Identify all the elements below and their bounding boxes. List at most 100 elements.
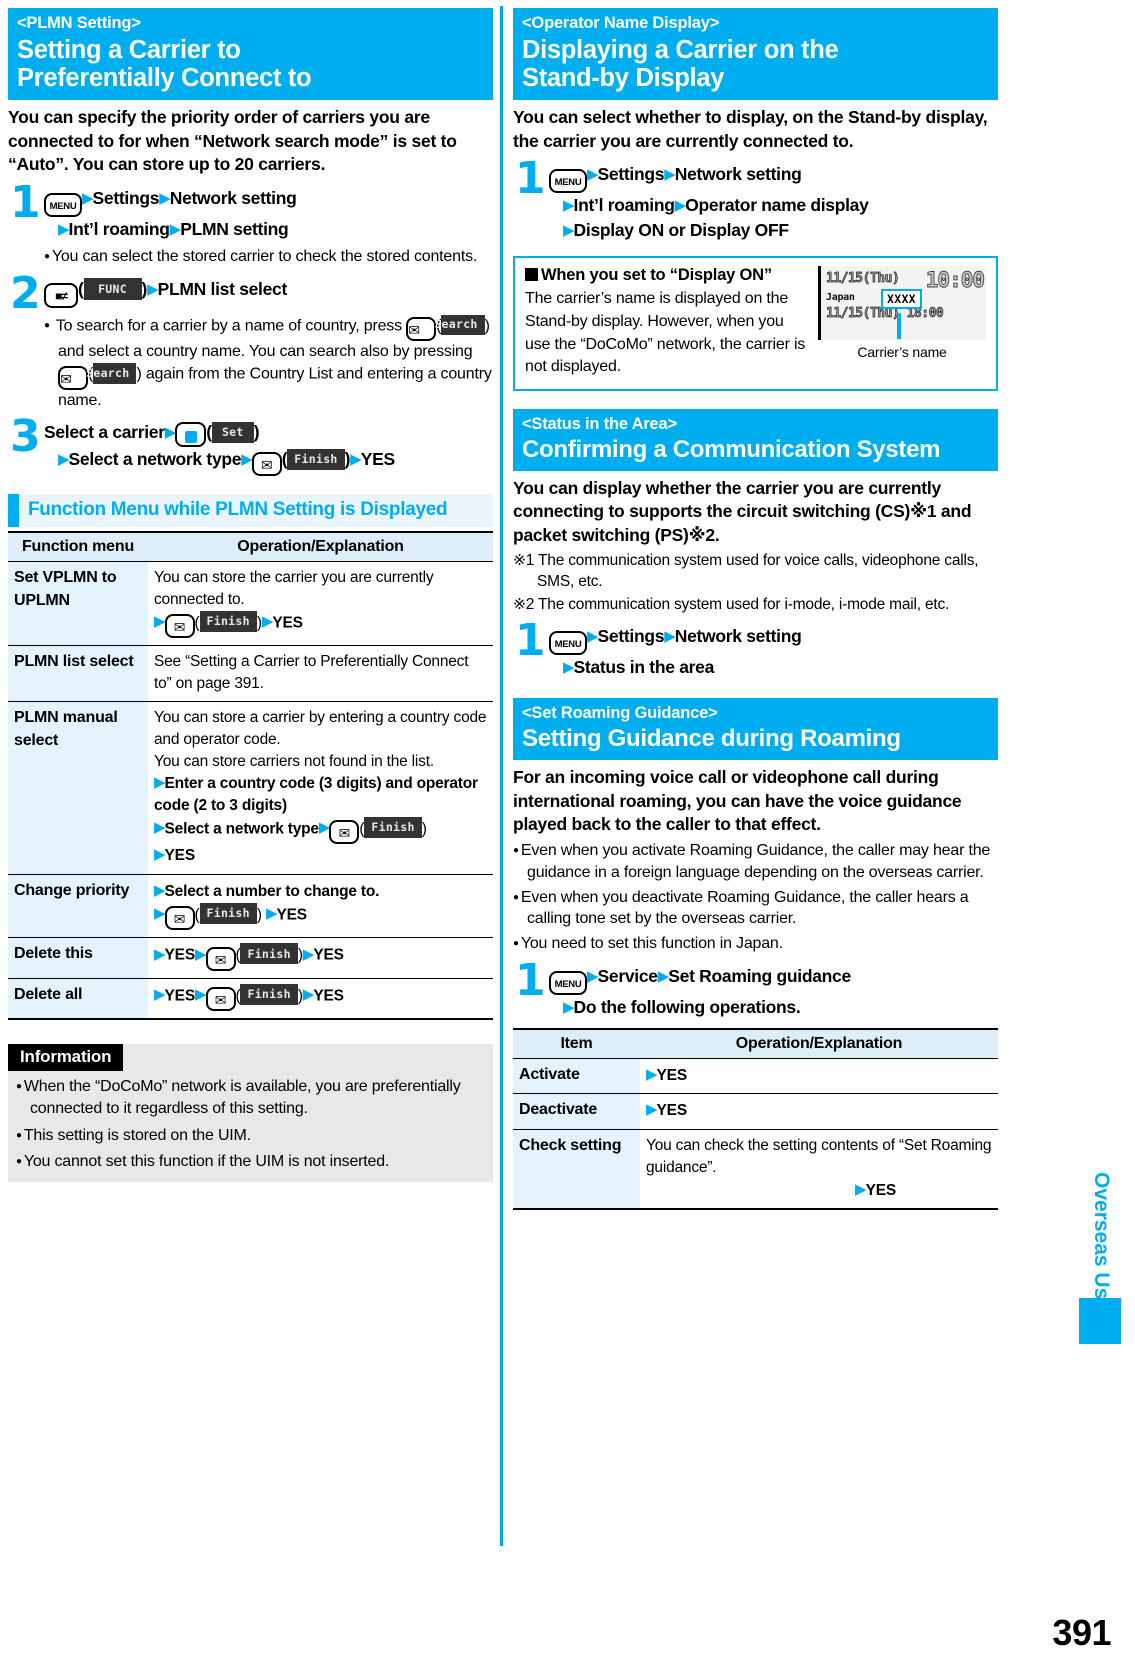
- select-key-icon: [175, 422, 207, 448]
- step-label-network-setting: Network setting: [674, 626, 802, 647]
- step-label-intl-roaming: Int’l roaming: [573, 195, 675, 216]
- operation-text: You can check the setting contents of “S…: [646, 1137, 992, 1176]
- section-tag: <Status in the Area>: [522, 415, 677, 434]
- softkey-func: FUNC: [83, 278, 142, 300]
- section-header-set-roaming-guidance: <Set Roaming Guidance> Setting Guidance …: [513, 698, 998, 760]
- step-label-do-following: Do the following operations.: [573, 996, 801, 1017]
- arrow-icon: [262, 613, 273, 630]
- intro-paragraph: For an incoming voice call or videophone…: [513, 766, 962, 835]
- step-line-1: Select a carrier(Set): [44, 420, 493, 448]
- operation-keyline: ✉(Finish)YES: [154, 610, 487, 639]
- section-title-line1: Displaying a Carrier on the: [522, 35, 839, 64]
- step-label-settings: Settings: [92, 188, 160, 209]
- operation-yes: YES: [865, 1181, 897, 1199]
- table-row: Activate YES: [513, 1058, 998, 1095]
- section-tag: <Operator Name Display>: [522, 14, 720, 32]
- operation-text: See “Setting a Carrier to Preferentially…: [154, 653, 469, 692]
- softkey-set: Set: [211, 421, 254, 444]
- intro-paragraph: You can specify the priority order of ca…: [8, 106, 457, 175]
- table-row: Check setting You can check the setting …: [513, 1129, 998, 1211]
- step-3: 3 Select a carrier(Set) Select a network…: [8, 415, 493, 477]
- operation-text: You can store carriers not found in the …: [154, 752, 434, 770]
- section-title-line2: Stand-by Display: [522, 64, 725, 93]
- step-line-2: Int’l roaming PLMN setting: [44, 217, 493, 242]
- arrow-icon: [350, 451, 361, 468]
- left-column: <PLMN Setting> Setting a Carrier to Pref…: [8, 8, 493, 1183]
- mail-key-icon: ✉: [164, 906, 195, 931]
- menu-key-icon: MENU: [549, 169, 587, 194]
- table-row: Delete all YES✉(Finish)YES: [8, 978, 493, 1021]
- step-line-1: MENU Service Set Roaming guidance: [549, 964, 998, 995]
- phone-illustration: 11/15(Thu) 10:00 Japan 11/15(Thu) 18:00 …: [818, 266, 986, 379]
- information-panel: Information When the “DoCoMo” network is…: [8, 1044, 493, 1183]
- section-title: Setting a Carrier to Preferentially Conn…: [17, 36, 484, 93]
- step-line-1: MENU Settings Network setting: [549, 624, 998, 656]
- step-label-status-in-area: Status in the area: [573, 657, 715, 678]
- roaming-bullet: Even when you activate Roaming Guidance,…: [513, 840, 998, 884]
- table-row: Set VPLMN to UPLMN You can store the car…: [8, 561, 493, 647]
- arrow-icon: [154, 882, 165, 899]
- step-label-select-network-type: Select a network type: [68, 449, 242, 470]
- step-line-2: Do the following operations.: [549, 995, 998, 1020]
- operation-keyline: ✉(Finish) YES: [154, 902, 487, 931]
- table-header-row: Function menu Operation/Explanation: [8, 531, 493, 563]
- menu-key-icon: MENU: [549, 631, 587, 656]
- row-item-label: Deactivate: [513, 1093, 640, 1131]
- arrow-icon: [646, 1066, 657, 1083]
- note-text-part-1: To search for a carrier by a name of cou…: [55, 317, 402, 335]
- row-operation-cell: YES: [640, 1058, 998, 1095]
- operation-yes-first: YES: [164, 987, 196, 1005]
- information-item: This setting is stored on the UIM.: [16, 1125, 485, 1147]
- column-header-item: Item: [513, 1027, 640, 1059]
- operation-yes-last: YES: [313, 946, 344, 964]
- step-number: 1: [10, 177, 41, 229]
- arrow-icon: [563, 659, 574, 676]
- table-row: Deactivate YES: [513, 1093, 998, 1131]
- step-label-set-roaming-guidance: Set Roaming guidance: [668, 965, 851, 986]
- operation-keyline: YES✉(Finish)YES: [154, 943, 487, 971]
- step-2-note: To search for a carrier by a name of cou…: [44, 314, 493, 412]
- row-operation-cell: You can store the carrier you are curren…: [148, 561, 493, 647]
- step-label-plmn-list-select: PLMN list select: [157, 278, 288, 299]
- step-label-plmn-setting: PLMN setting: [180, 219, 289, 240]
- operation-yes: YES: [656, 1102, 688, 1120]
- operation-yes: YES: [164, 847, 196, 865]
- display-on-callout: When you set to “Display ON” The carrier…: [513, 256, 998, 392]
- row-item-label: PLMN manual select: [8, 701, 148, 876]
- arrow-icon: [154, 846, 165, 863]
- arrow-icon: [266, 905, 277, 922]
- mail-key-icon: ✉: [58, 365, 88, 390]
- step-line-2: Int’l roaming Operator name display: [549, 193, 998, 218]
- arrow-icon: [664, 166, 675, 183]
- operation-yes: YES: [272, 614, 303, 632]
- phone-caption: Carrier’s name: [857, 344, 947, 361]
- section-title: Setting Guidance during Roaming: [522, 724, 901, 752]
- row-operation-cell: You can check the setting contents of “S…: [640, 1129, 998, 1211]
- table-row: Change priority Select a number to chang…: [8, 874, 493, 939]
- arrow-icon: [658, 968, 669, 985]
- mail-key-icon: ✉: [251, 452, 282, 477]
- arrow-icon: [303, 986, 314, 1003]
- intro-paragraph: You can select whether to display, on th…: [513, 106, 988, 151]
- step-line-1: MENU Settings Network setting: [44, 186, 493, 218]
- arrow-icon: [587, 968, 598, 985]
- arrow-icon: [675, 197, 686, 214]
- softkey-finish: Finish: [240, 983, 298, 1005]
- step-label-network-setting: Network setting: [169, 188, 297, 209]
- step-label-settings: Settings: [597, 626, 665, 647]
- row-item-label: Change priority: [8, 874, 148, 939]
- row-operation-cell: YES✉(Finish)YES: [148, 937, 493, 979]
- row-item-label: Delete all: [8, 978, 148, 1021]
- step-label-settings: Settings: [597, 164, 665, 185]
- softkey-finish: Finish: [287, 448, 345, 471]
- arrow-icon: [646, 1101, 657, 1118]
- step-label-display-on-off: Display ON or Display OFF: [573, 220, 790, 241]
- step-label-select-carrier: Select a carrier: [44, 422, 165, 443]
- operation-yes: YES: [276, 906, 307, 924]
- arrow-icon: [154, 986, 165, 1003]
- operation-enter-codes: Enter a country code (3 digits) and oper…: [154, 775, 478, 815]
- section-title: Displaying a Carrier on the Stand-by Dis…: [522, 36, 989, 93]
- row-operation-cell: Select a number to change to. ✉(Finish) …: [148, 874, 493, 939]
- step-line-2: Select a network type✉(Finish)YES: [44, 447, 493, 477]
- intro-paragraph: You can display whether the carrier you …: [513, 477, 972, 546]
